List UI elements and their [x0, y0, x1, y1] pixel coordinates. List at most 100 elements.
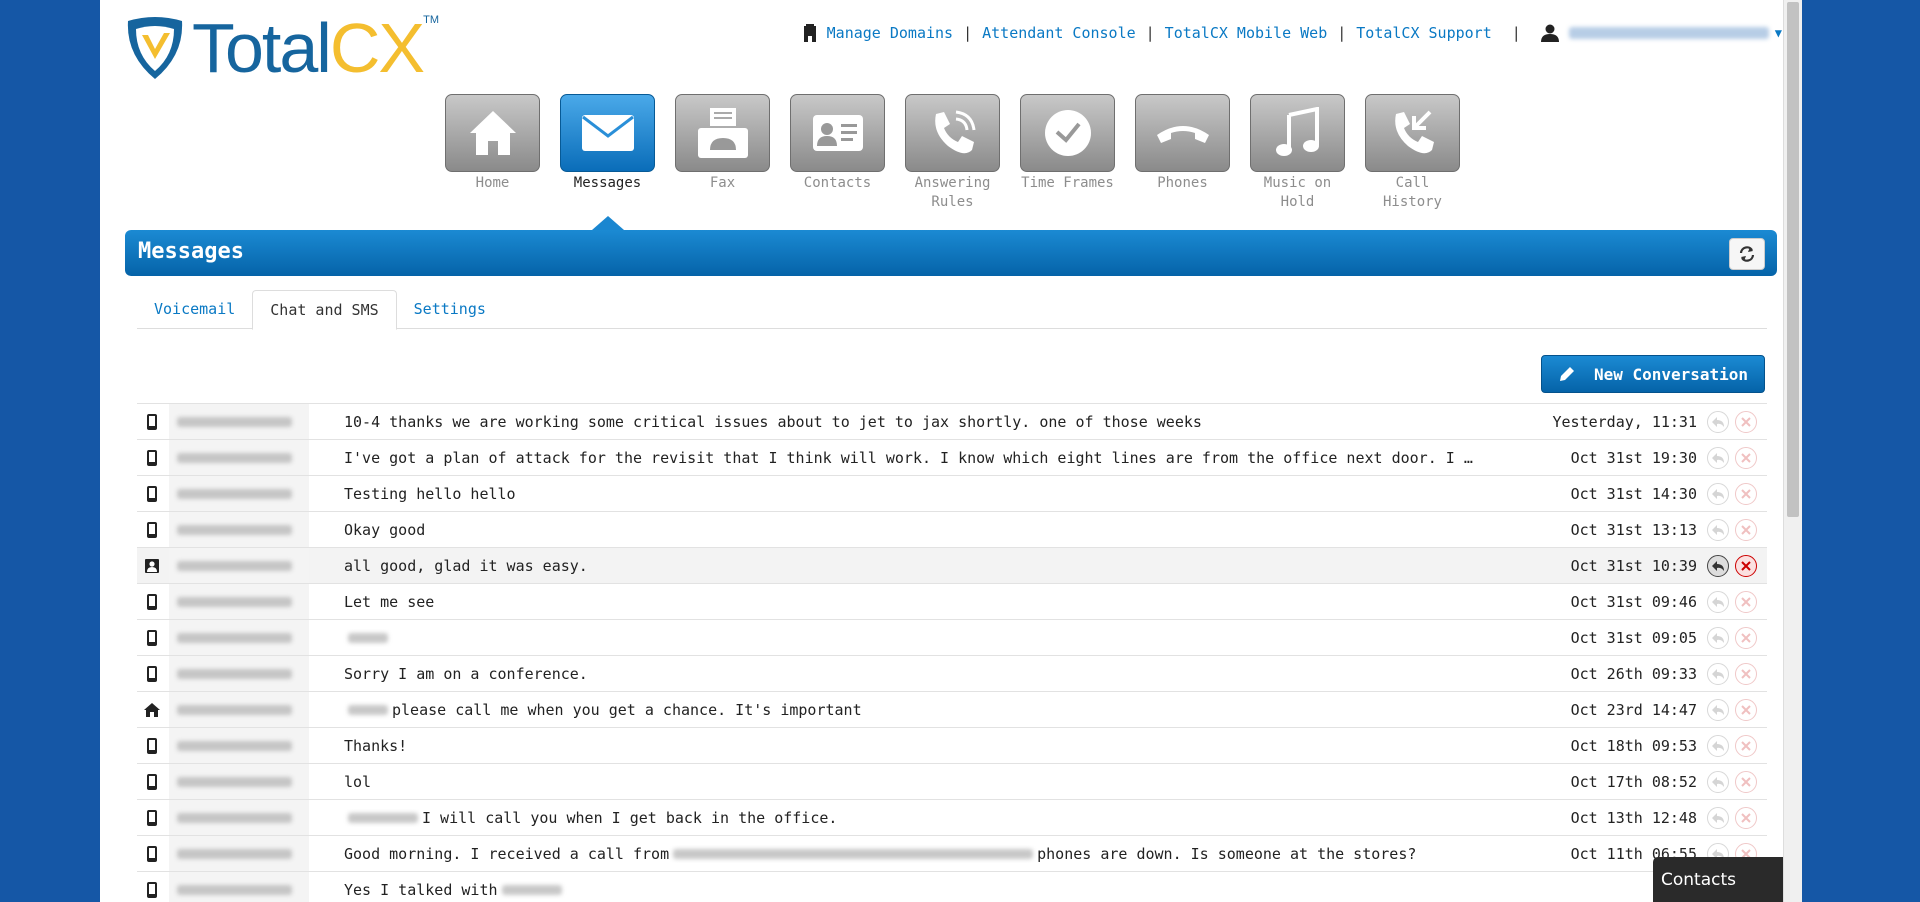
- message-row[interactable]: 10-4 thanks we are working some critical…: [137, 403, 1767, 439]
- message-preview[interactable]: [309, 629, 1517, 647]
- delete-button[interactable]: [1735, 698, 1757, 721]
- message-row[interactable]: I will call you when I get back in the o…: [137, 799, 1767, 835]
- message-preview[interactable]: Okay good: [309, 521, 1517, 539]
- manage-domains-link[interactable]: Manage Domains: [827, 24, 953, 42]
- delete-button[interactable]: [1735, 554, 1757, 577]
- message-row[interactable]: please call me when you get a chance. It…: [137, 691, 1767, 727]
- message-sender[interactable]: [169, 836, 309, 871]
- delete-button[interactable]: [1735, 590, 1757, 613]
- message-sender[interactable]: [169, 584, 309, 619]
- scrollbar-thumb[interactable]: [1787, 2, 1799, 517]
- mobile-phone-icon: [147, 449, 157, 466]
- reply-button[interactable]: [1707, 590, 1729, 613]
- nav-phones[interactable]: Phones: [1135, 94, 1230, 212]
- message-sender[interactable]: [169, 800, 309, 835]
- user-menu[interactable]: [1568, 27, 1769, 39]
- tab-settings[interactable]: Settings: [397, 290, 503, 328]
- reply-button[interactable]: [1707, 554, 1729, 577]
- new-conversation-button[interactable]: New Conversation: [1541, 355, 1765, 393]
- message-row[interactable]: Yes I talked with: [137, 871, 1767, 902]
- message-sender[interactable]: [169, 764, 309, 799]
- nav-fax[interactable]: Fax: [675, 94, 770, 212]
- message-row[interactable]: Let me see Oct 31st 09:46: [137, 583, 1767, 619]
- message-row[interactable]: all good, glad it was easy. Oct 31st 10:3…: [137, 547, 1767, 583]
- message-sender[interactable]: [169, 512, 309, 547]
- message-sender[interactable]: [169, 440, 309, 475]
- nav-messages-button[interactable]: [560, 94, 655, 172]
- nav-home[interactable]: Home: [445, 94, 540, 212]
- message-preview[interactable]: Let me see: [309, 593, 1517, 611]
- reply-button[interactable]: [1707, 698, 1729, 721]
- message-preview[interactable]: all good, glad it was easy.: [309, 557, 1517, 575]
- nav-answering-rules-button[interactable]: [905, 94, 1000, 172]
- delete-button[interactable]: [1735, 770, 1757, 793]
- reply-button[interactable]: [1707, 482, 1729, 505]
- delete-button[interactable]: [1735, 446, 1757, 469]
- contacts-panel[interactable]: Contacts: [1653, 857, 1802, 902]
- reply-button[interactable]: [1707, 446, 1729, 469]
- delete-button[interactable]: [1735, 518, 1757, 541]
- message-row[interactable]: Testing hello hello Oct 31st 14:30: [137, 475, 1767, 511]
- nav-contacts[interactable]: Contacts: [790, 94, 885, 212]
- delete-button[interactable]: [1735, 626, 1757, 649]
- message-preview[interactable]: lol: [309, 773, 1517, 791]
- message-row[interactable]: Good morning. I received a call from phon…: [137, 835, 1767, 871]
- message-preview[interactable]: Yes I talked with: [309, 881, 1517, 899]
- delete-button[interactable]: [1735, 410, 1757, 433]
- message-row[interactable]: Oct 31st 09:05: [137, 619, 1767, 655]
- message-preview[interactable]: Thanks!: [309, 737, 1517, 755]
- nav-music-on-hold[interactable]: Music on Hold: [1250, 94, 1345, 212]
- message-preview[interactable]: 10-4 thanks we are working some critical…: [309, 413, 1517, 431]
- nav-call-history-button[interactable]: [1365, 94, 1460, 172]
- message-row[interactable]: Thanks! Oct 18th 09:53: [137, 727, 1767, 763]
- reply-button[interactable]: [1707, 770, 1729, 793]
- message-sender[interactable]: [169, 692, 309, 727]
- nav-home-button[interactable]: [445, 94, 540, 172]
- message-row[interactable]: I've got a plan of attack for the revisi…: [137, 439, 1767, 475]
- message-preview[interactable]: please call me when you get a chance. It…: [309, 701, 1517, 719]
- nav-phones-button[interactable]: [1135, 94, 1230, 172]
- nav-fax-button[interactable]: [675, 94, 770, 172]
- nav-answering-rules[interactable]: Answering Rules: [905, 94, 1000, 212]
- delete-button[interactable]: [1735, 482, 1757, 505]
- message-preview[interactable]: Sorry I am on a conference.: [309, 665, 1517, 683]
- message-row[interactable]: lol Oct 17th 08:52: [137, 763, 1767, 799]
- message-sender[interactable]: [169, 656, 309, 691]
- message-row[interactable]: Okay good Oct 31st 13:13: [137, 511, 1767, 547]
- message-sender[interactable]: [169, 620, 309, 655]
- reply-button[interactable]: [1707, 626, 1729, 649]
- reply-button[interactable]: [1707, 518, 1729, 541]
- message-preview[interactable]: Good morning. I received a call from phon…: [309, 845, 1517, 863]
- message-preview[interactable]: Testing hello hello: [309, 485, 1517, 503]
- message-sender[interactable]: [169, 476, 309, 511]
- reply-button[interactable]: [1707, 734, 1729, 757]
- message-preview[interactable]: I will call you when I get back in the o…: [309, 809, 1517, 827]
- vertical-scrollbar[interactable]: [1783, 0, 1802, 902]
- tab-chat-and-sms[interactable]: Chat and SMS: [252, 290, 397, 330]
- reply-button[interactable]: [1707, 662, 1729, 685]
- chevron-down-icon[interactable]: ▼: [1775, 26, 1782, 40]
- delete-button[interactable]: [1735, 734, 1757, 757]
- reply-button[interactable]: [1707, 410, 1729, 433]
- message-preview[interactable]: I've got a plan of attack for the revisi…: [309, 449, 1517, 467]
- message-sender[interactable]: [169, 548, 309, 583]
- delete-button[interactable]: [1735, 806, 1757, 829]
- refresh-button[interactable]: [1729, 238, 1765, 270]
- nav-contacts-button[interactable]: [790, 94, 885, 172]
- message-row[interactable]: Sorry I am on a conference. Oct 26th 09:3…: [137, 655, 1767, 691]
- message-sender[interactable]: [169, 872, 309, 902]
- totalcx-support-link[interactable]: TotalCX Support: [1356, 24, 1491, 42]
- tab-voicemail[interactable]: Voicemail: [137, 290, 252, 328]
- totalcx-logo[interactable]: TotalCX TM: [124, 12, 439, 84]
- nav-time-frames[interactable]: Time Frames: [1020, 94, 1115, 212]
- nav-time-frames-button[interactable]: [1020, 94, 1115, 172]
- totalcx-mobile-web-link[interactable]: TotalCX Mobile Web: [1165, 24, 1328, 42]
- nav-music-on-hold-button[interactable]: [1250, 94, 1345, 172]
- message-sender[interactable]: [169, 728, 309, 763]
- delete-button[interactable]: [1735, 662, 1757, 685]
- nav-call-history[interactable]: Call History: [1365, 94, 1460, 212]
- message-sender[interactable]: [169, 404, 309, 439]
- reply-button[interactable]: [1707, 806, 1729, 829]
- nav-messages[interactable]: Messages: [560, 94, 655, 212]
- attendant-console-link[interactable]: Attendant Console: [982, 24, 1136, 42]
